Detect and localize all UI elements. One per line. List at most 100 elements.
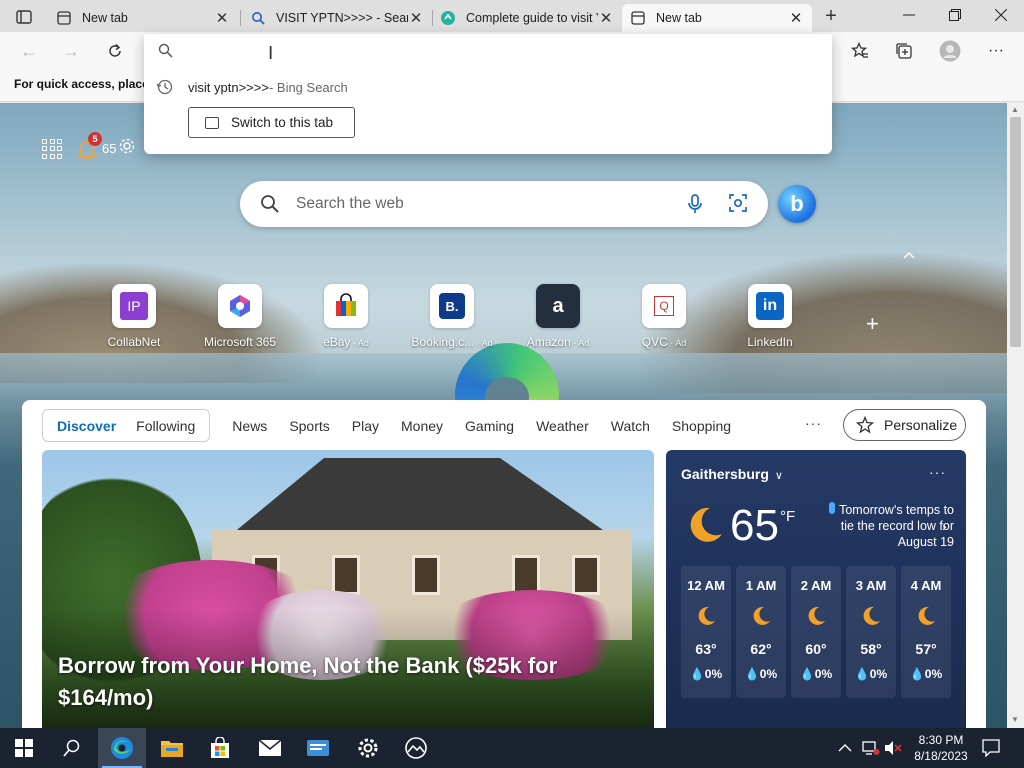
search-placeholder: Search the web	[296, 195, 404, 212]
tab-following[interactable]: Following	[126, 418, 205, 434]
taskbar-edge-icon[interactable]	[98, 728, 146, 768]
weather-location[interactable]: Gaithersburg ∨	[681, 466, 783, 482]
new-tab-button[interactable]: +	[818, 4, 844, 28]
switch-to-tab-button[interactable]: Switch to this tab	[188, 107, 355, 138]
page-scrollbar[interactable]: ▲ ▼	[1007, 103, 1024, 728]
tab-title: New tab	[656, 11, 702, 25]
suggestion-source: - Bing Search	[268, 79, 348, 95]
favorites-icon[interactable]	[844, 36, 876, 66]
back-button[interactable]: ←	[14, 36, 44, 66]
tab-discover[interactable]: Discover	[47, 418, 126, 434]
notification-count-badge: 5	[88, 131, 102, 146]
system-clock[interactable]: 8:30 PM 8/18/2023	[903, 732, 979, 764]
feed-nav-sports[interactable]: Sports	[289, 418, 329, 434]
feed-nav-shopping[interactable]: Shopping	[672, 418, 731, 434]
close-tab-icon[interactable]: ✕	[214, 10, 230, 27]
scrollbar-thumb[interactable]	[1010, 117, 1021, 347]
forecast-hour[interactable]: 1 AM 62° 💧0%	[736, 566, 786, 698]
close-tab-icon[interactable]: ✕	[598, 10, 614, 27]
feed-nav-watch[interactable]: Watch	[611, 418, 650, 434]
quick-link-booking[interactable]: B. Booking.c... · Ad	[404, 284, 500, 349]
tile-label: CollabNet	[107, 335, 161, 349]
action-center-notification-icon[interactable]	[982, 728, 1000, 768]
history-suggestion[interactable]: visit yptn>>>> - Bing Search	[156, 78, 348, 96]
weather-alert[interactable]: Tomorrow's temps to tie the record low f…	[816, 502, 954, 550]
weather-card[interactable]: Gaithersburg ∨ ··· 65 °F Tomorrow's temps…	[666, 450, 966, 728]
forecast-precip: 💧0%	[744, 667, 778, 681]
tab-search[interactable]: VISIT YPTN>>>> - Search ✕	[242, 4, 432, 32]
visual-search-icon[interactable]	[728, 193, 748, 218]
taskbar-settings-gear-icon[interactable]	[344, 728, 392, 768]
hero-article-title[interactable]: Borrow from Your Home, Not the Bank ($25…	[58, 650, 638, 714]
header-temperature[interactable]: 65	[102, 141, 116, 156]
close-window-button[interactable]	[978, 0, 1024, 30]
tab-title: Complete guide to visit YPTN	[466, 11, 598, 25]
weather-location-label: Gaithersburg	[681, 466, 769, 482]
forecast-hour[interactable]: 2 AM 60° 💧0%	[791, 566, 841, 698]
collections-icon[interactable]	[888, 36, 920, 66]
settings-more-icon[interactable]: ···	[980, 36, 1012, 66]
notifications-bell-icon[interactable]: 5	[76, 131, 102, 160]
network-icon[interactable]	[862, 728, 880, 768]
profile-avatar[interactable]	[934, 36, 966, 66]
close-tab-icon[interactable]: ✕	[788, 10, 804, 27]
feed-nav-weather[interactable]: Weather	[536, 418, 589, 434]
hero-article-card[interactable]: Borrow from Your Home, Not the Bank ($25…	[42, 450, 654, 728]
add-shortcut-icon[interactable]: +	[866, 311, 879, 337]
start-button[interactable]	[0, 728, 48, 768]
minimize-button[interactable]	[886, 0, 932, 30]
microphone-icon[interactable]	[686, 193, 704, 220]
forecast-precip: 💧0%	[909, 667, 943, 681]
show-hidden-icons-chevron-up-icon[interactable]	[838, 728, 852, 768]
feed-nav-money[interactable]: Money	[401, 418, 443, 434]
app-launcher-icon[interactable]	[42, 138, 62, 159]
volume-muted-icon[interactable]	[884, 728, 902, 768]
chevron-up-icon[interactable]	[903, 246, 915, 262]
thermometer-icon	[829, 502, 836, 514]
forward-button[interactable]: →	[56, 36, 86, 66]
tab-actions-icon[interactable]	[10, 6, 38, 28]
weather-more-icon[interactable]: ···	[929, 464, 946, 480]
tab-newtab-active[interactable]: New tab ✕	[622, 4, 812, 32]
feed-nav-play[interactable]: Play	[352, 418, 379, 434]
feed-nav-news[interactable]: News	[232, 418, 267, 434]
taskbar-store-icon[interactable]	[196, 728, 244, 768]
chevron-right-icon[interactable]: ›	[942, 518, 947, 534]
taskbar-photos-icon[interactable]	[392, 728, 440, 768]
page-settings-gear-icon[interactable]	[118, 137, 136, 160]
quick-link-ebay[interactable]: eBay · Ad	[298, 284, 394, 349]
temperature-unit[interactable]: °F	[780, 508, 795, 525]
feed-nav-gaming[interactable]: Gaming	[465, 418, 514, 434]
bing-chat-icon[interactable]: b	[778, 185, 816, 223]
forecast-temp: 62°	[750, 641, 772, 657]
quick-link-microsoft-365[interactable]: Microsoft 365	[192, 284, 288, 349]
taskbar-mail-icon[interactable]	[246, 728, 294, 768]
forecast-hour[interactable]: 3 AM 58° 💧0%	[846, 566, 896, 698]
feed-more-icon[interactable]: ···	[805, 415, 822, 431]
new-tab-page: 5 65 Search the web b IP CollabNet Micro…	[0, 103, 1007, 728]
taskbar-app-icon[interactable]	[294, 728, 342, 768]
quick-link-collabnet[interactable]: IP CollabNet	[86, 284, 182, 349]
address-bar-input[interactable]: I	[144, 34, 832, 68]
restore-button[interactable]	[932, 0, 978, 30]
quick-link-qvc[interactable]: Q QVC · Ad	[616, 284, 712, 349]
scroll-down-arrow-icon[interactable]: ▼	[1011, 715, 1019, 724]
clock-time: 8:30 PM	[918, 733, 964, 747]
quick-link-amazon[interactable]: a Amazon · Ad	[510, 284, 606, 349]
quick-link-linkedin[interactable]: in LinkedIn	[722, 284, 818, 349]
clock-date: 8/18/2023	[914, 749, 968, 763]
tab-newtab-1[interactable]: New tab ✕	[48, 4, 238, 32]
tab-guide[interactable]: Complete guide to visit YPTN ✕	[432, 4, 622, 32]
forecast-hour[interactable]: 4 AM 57° 💧0%	[901, 566, 951, 698]
ad-label: · Ad	[350, 338, 369, 348]
forecast-hour[interactable]: 12 AM 63° 💧0%	[681, 566, 731, 698]
ad-label: · Ad	[570, 338, 590, 348]
moon-icon	[690, 507, 722, 542]
personalize-button[interactable]: Personalize	[843, 409, 966, 441]
taskbar-search-icon[interactable]	[48, 728, 96, 768]
scroll-up-arrow-icon[interactable]: ▲	[1011, 105, 1019, 114]
close-tab-icon[interactable]: ✕	[408, 10, 424, 27]
web-search-box[interactable]: Search the web	[240, 181, 768, 227]
taskbar-file-explorer-icon[interactable]	[148, 728, 196, 768]
refresh-button[interactable]	[100, 36, 130, 66]
